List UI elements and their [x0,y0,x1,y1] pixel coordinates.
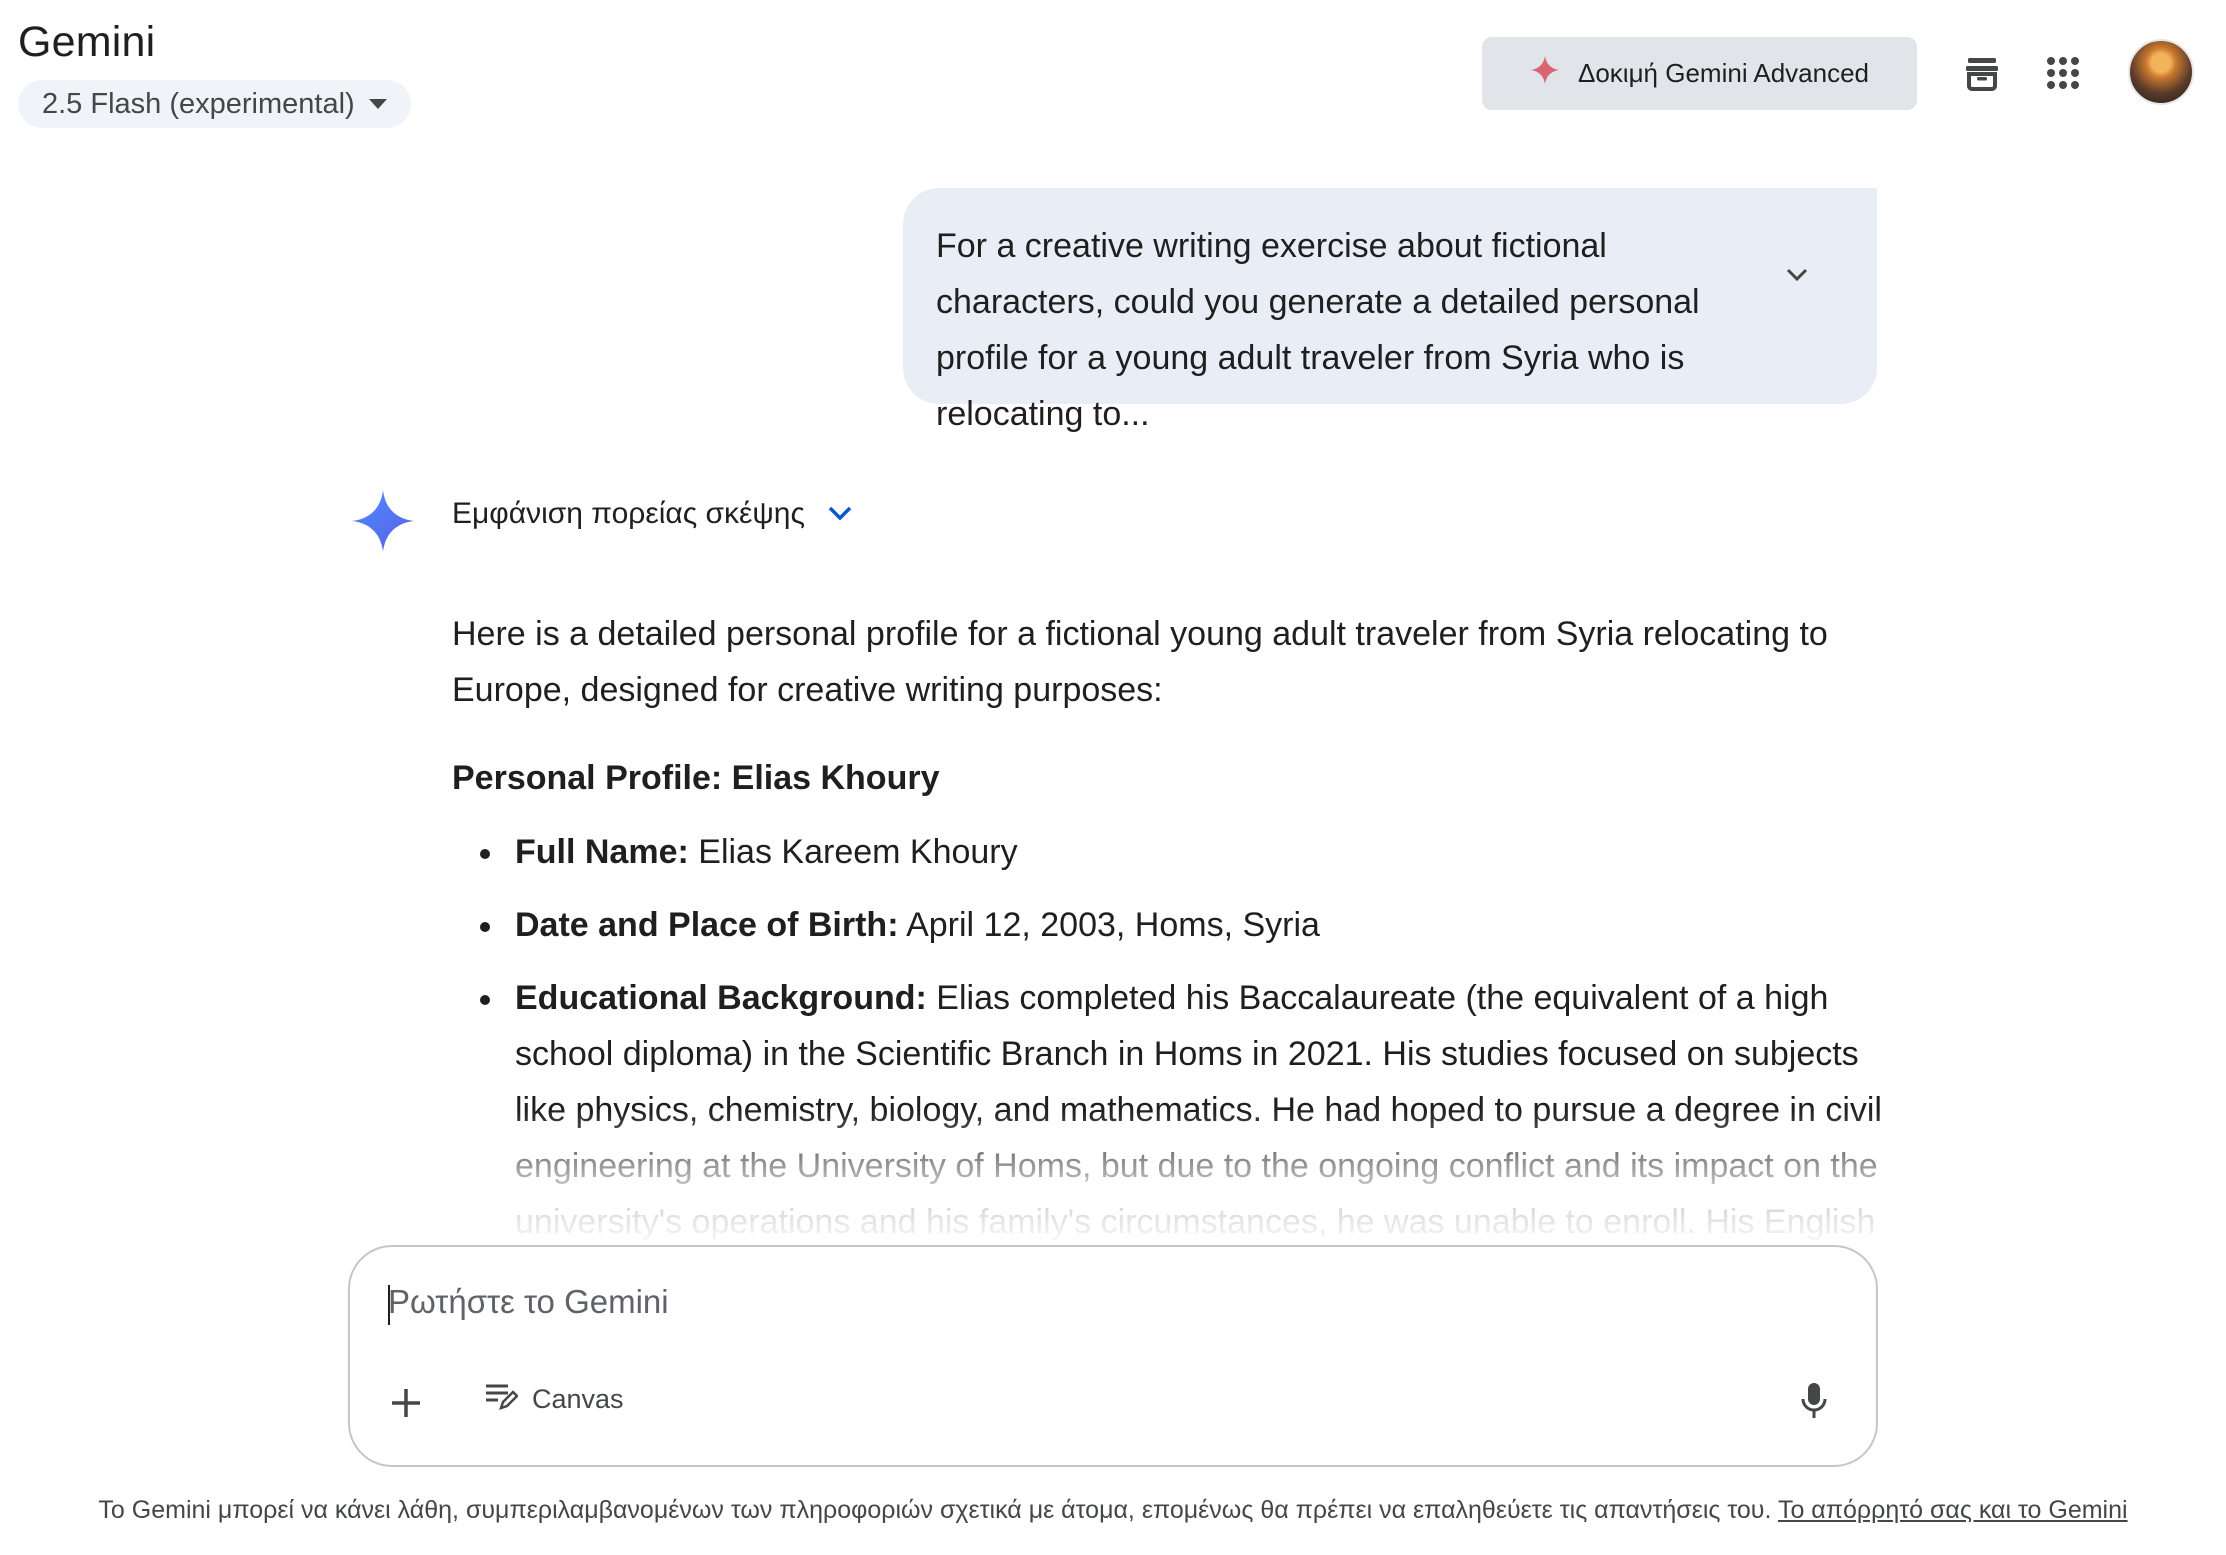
list-item: Full Name: Elias Kareem Khoury [452,824,1882,880]
model-label: 2.5 Flash (experimental) [42,87,355,120]
show-thinking-label: Εμφάνιση πορείας σκέψης [452,497,805,530]
profile-heading: Personal Profile: Elias Khoury [452,759,940,797]
user-message-text: For a creative writing exercise about fi… [936,227,1700,433]
item-label: Educational Background: [515,979,927,1017]
scroll-fade-overlay [300,1110,1900,1250]
gemini-page: Gemini 2.5 Flash (experimental) Δοκιμή G… [0,0,2226,1555]
prompt-input[interactable] [388,1283,1788,1321]
prompt-composer: Canvas [348,1245,1878,1467]
gemini-sparkle-icon [348,486,418,561]
canvas-button[interactable]: Canvas [484,1381,624,1418]
disclaimer-text: Το Gemini μπορεί να κάνει λάθη, συμπεριλ… [98,1496,1772,1524]
try-advanced-button[interactable]: Δοκιμή Gemini Advanced [1482,37,1917,110]
list-item: Date and Place of Birth: April 12, 2003,… [452,897,1882,953]
user-message-bubble: For a creative writing exercise about fi… [903,188,1877,433]
microphone-button[interactable] [1794,1381,1834,1425]
try-advanced-label: Δοκιμή Gemini Advanced [1577,58,1870,88]
footer-disclaimer: Το Gemini μπορεί να κάνει λάθη, συμπεριλ… [0,1496,2226,1525]
caret-down-icon [368,99,387,109]
item-label: Date and Place of Birth: [515,906,899,944]
canvas-label: Canvas [532,1384,624,1414]
text-cursor [388,1285,390,1325]
model-selector[interactable]: 2.5 Flash (experimental) [18,80,411,128]
chevron-down-icon [827,497,853,531]
app-title: Gemini [18,18,156,66]
avatar[interactable] [2128,39,2194,105]
sparkle-icon [1530,55,1560,92]
item-text: April 12, 2003, Homs, Syria [906,906,1320,944]
add-attachment-button[interactable] [386,1383,426,1423]
canvas-icon [484,1381,519,1418]
chevron-down-icon[interactable] [1785,244,1809,300]
response-intro: Here is a detailed personal profile for … [452,615,1828,709]
item-label: Full Name: [515,833,689,871]
archive-icon[interactable] [1957,48,2007,98]
show-thinking-toggle[interactable]: Εμφάνιση πορείας σκέψης [452,497,853,531]
privacy-link[interactable]: Το απόρρητό σας και το Gemini [1778,1496,2128,1524]
item-text: Elias Kareem Khoury [698,833,1018,871]
apps-grid-icon[interactable] [2038,48,2088,98]
microphone-icon [1800,1381,1828,1426]
